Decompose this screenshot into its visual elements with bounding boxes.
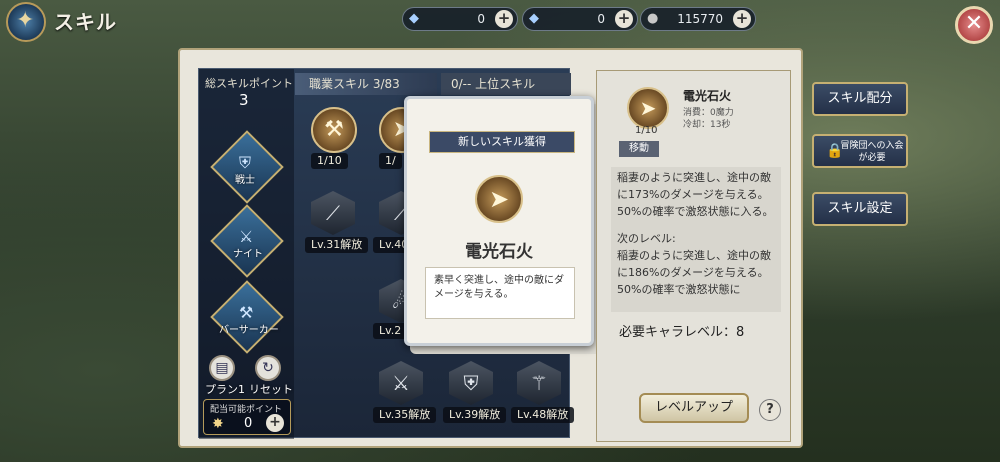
next-level-label: 次のレベル: [617,232,676,245]
lightning-dash-icon: ➤ [627,87,669,129]
class-label-warrior: 戦士 [235,175,255,186]
class-label-knight: ナイト [233,249,263,260]
available-points-box: 配当可能ポイント ✸ 0 + [203,399,291,435]
level-up-button[interactable]: レベルアップ [639,393,749,423]
lock-icon: 🔒 [826,143,844,159]
add-coin-button[interactable]: + [733,10,751,28]
shield-crest-icon: ⛨ [463,371,479,395]
locked-skill-node[interactable]: ⟋ [311,191,355,235]
skill-description[interactable]: 稲妻のように突進し、途中の敵に173%のダメージを与える。50%の確率で激怒状態… [611,167,781,312]
skill-node-axe[interactable]: ⚒ [311,107,357,153]
coin-icon: ● [647,11,659,26]
total-skill-points-value: 3 [239,91,249,109]
reset-button[interactable]: ↻ [255,355,281,381]
unlock-level-label: Lv.39解放 [443,407,507,423]
available-points-value: 0 [244,416,253,431]
skill-allocate-button[interactable]: スキル配分 [812,82,908,116]
locked-skill-node[interactable]: ⛨ [449,361,493,405]
description-current: 稲妻のように突進し、途中の敵に173%のダメージを与える。50%の確率で激怒状態… [617,171,774,218]
unlock-level-label: Lv.48解放 [511,407,575,423]
shield-icon: ⛨ [239,153,252,172]
page-title: スキル [54,10,117,34]
skill-level: 1/10 [635,125,658,136]
reset-icon: ↻ [262,360,274,376]
add-locked-crystal-button[interactable]: + [615,10,633,28]
add-points-button[interactable]: + [266,414,284,432]
popup-skill-name: 電光石火 [465,242,533,262]
currency-locked-crystal: ◆ 0 + [522,7,638,31]
close-icon: ✕ [964,11,984,36]
compass-emblem-icon [6,2,46,42]
tab-job-skills[interactable]: 職業スキル 3/83 [295,73,437,95]
help-button[interactable]: ? [759,399,781,421]
title-area: スキル [0,0,200,42]
plan-button[interactable]: ▤ [209,355,235,381]
locked-crystal-icon: ◆ [529,11,539,26]
sword-icon: ⚔ [239,227,254,246]
star-icon: ✸ [212,416,224,432]
popup-header: 新しいスキル獲得 [429,131,575,153]
clipboard-icon: ▤ [215,360,229,376]
currency-value: 0 [477,12,485,26]
triple-blade-icon: ⚚ [530,371,548,395]
top-bar: スキル ◆ 0 + ◆ 0 + ● 115770 + ✕ [0,0,1000,44]
currency-value: 0 [597,12,605,26]
description-next: 稲妻のように突進し、途中の敵に186%のダメージを与える。50%の確率で激怒状態… [617,249,771,296]
currency-crystal: ◆ 0 + [402,7,518,31]
currency-coin: ● 115770 + [640,7,756,31]
currency-value: 115770 [677,12,723,26]
skill-name: 電光石火 [683,89,732,103]
skill-tabs: 職業スキル 3/83 0/-- 上位スキル [295,73,571,95]
add-crystal-button[interactable]: + [495,10,513,28]
new-skill-popup[interactable]: 新しいスキル獲得 ➤ 電光石火 素早く突進し、途中の敵にダメージを与える。 [404,96,594,346]
slash-icon: ⟋ [326,201,340,225]
skill-cooldown: 冷却：13秒 [683,120,731,130]
plan-label: プラン1 [205,383,245,396]
locked-skill-node[interactable]: ⚚ [517,361,561,405]
tab-upper-skills[interactable]: 0/-- 上位スキル [441,73,571,95]
lightning-dash-icon: ➤ [475,175,523,223]
required-level: 必要キャラレベル：8 [619,325,745,340]
skill-detail-panel: ➤ 1/10 電光石火 消費：0魔力 冷却：13秒 移動 稲妻のように突進し、途… [596,70,791,442]
class-column: 総スキルポイント 3 ⛨ 戦士 ⚔ ナイト ⚒ バーサーカー ▤ プラン1 ↻ … [199,69,294,439]
skill-level-label: 1/10 [311,153,348,169]
unlock-level-label: Lv.35解放 [373,407,437,423]
unlock-level-label: Lv.31解放 [305,237,369,253]
unlock-level-label: Lv.2 [373,323,408,339]
axe-icon: ⚒ [239,303,254,322]
reset-label: リセット [249,383,293,396]
axe-strike-icon: ⚒ [324,117,344,142]
skill-type-tag: 移動 [619,141,659,157]
locked-skill-node[interactable]: ⚔ [379,361,423,405]
class-label-berserker: バーサーカー [219,325,279,336]
popup-skill-description: 素早く突進し、途中の敵にダメージを与える。 [425,267,575,319]
skill-settings-button[interactable]: スキル設定 [812,192,908,226]
flame-sword-icon: ⚔ [392,371,410,395]
crystal-icon: ◆ [409,11,419,26]
close-button[interactable]: ✕ [955,6,993,44]
total-skill-points-label: 総スキルポイント [205,77,293,90]
skill-level-label: 1/ [379,153,402,169]
